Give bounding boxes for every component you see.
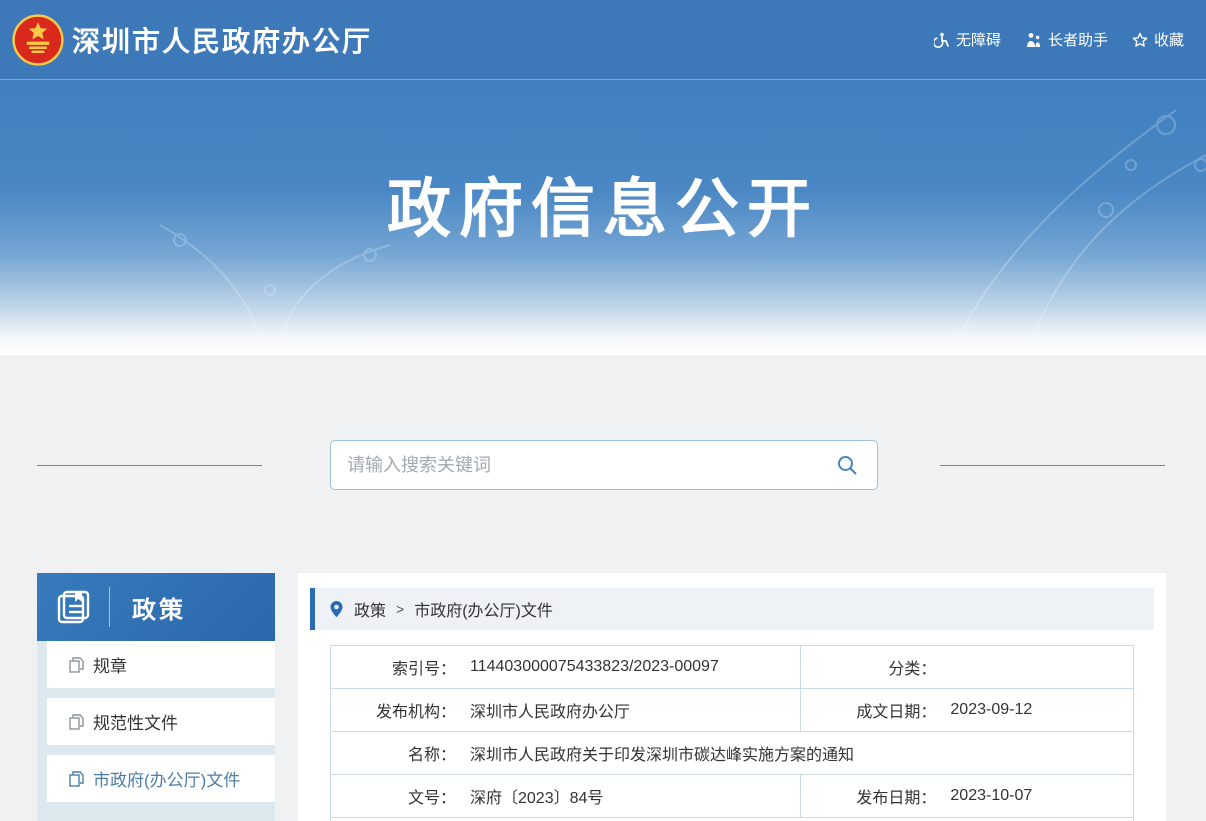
date-written-value: 2023-09-12 [950, 701, 1032, 719]
category-cell: 分类： [800, 646, 1133, 688]
category-label: 分类： [801, 655, 936, 679]
search-icon [836, 454, 858, 476]
document-name-cell: 名称： 深圳市人民政府关于印发深圳市碳达峰实施方案的通知 [331, 732, 1133, 774]
index-number-cell: 索引号： 114403000075433823/2023-00097 [331, 646, 800, 688]
date-published-label: 发布日期： [801, 784, 936, 808]
page-banner: 政府信息公开 [0, 80, 1206, 355]
doc-number-value: 深府〔2023〕84号 [470, 784, 603, 808]
date-published-cell: 发布日期： 2023-10-07 [800, 775, 1133, 817]
accessibility-label: 无障碍 [956, 29, 1001, 50]
publisher-cell: 发布机构： 深圳市人民政府办公厅 [331, 689, 800, 731]
site-title: 深圳市人民政府办公厅 [72, 20, 372, 60]
sidebar-header-divider [109, 587, 110, 627]
book-icon [55, 588, 93, 626]
document-name-label: 名称： [331, 741, 456, 765]
sidebar-item-municipal-documents[interactable]: 市政府(办公厅)文件 [47, 755, 275, 802]
search-button[interactable] [833, 451, 861, 479]
accessibility-link[interactable]: 无障碍 [934, 29, 1001, 50]
elder-assist-link[interactable]: 长者助手 [1025, 29, 1108, 50]
index-number-value: 114403000075433823/2023-00097 [470, 658, 719, 676]
search-input[interactable] [347, 455, 833, 476]
breadcrumb-current[interactable]: 市政府(办公厅)文件 [414, 597, 553, 621]
favorite-label: 收藏 [1154, 29, 1184, 50]
table-row: 文号： 深府〔2023〕84号 发布日期： 2023-10-07 [331, 774, 1133, 817]
table-row-partial [331, 817, 1133, 821]
sidebar-item-regulations[interactable]: 规章 [47, 641, 275, 688]
accessibility-icon [934, 32, 950, 48]
publisher-value: 深圳市人民政府办公厅 [470, 698, 630, 722]
left-divider-line [37, 465, 262, 466]
document-icon [69, 771, 84, 787]
sidebar-item-label: 规章 [93, 652, 127, 677]
location-pin-icon [329, 600, 344, 618]
date-written-label: 成文日期： [801, 698, 936, 722]
doc-number-label: 文号： [331, 784, 456, 808]
sidebar-header: 政策 [37, 573, 275, 641]
elder-assist-label: 长者助手 [1048, 29, 1108, 50]
main-panel: 政策 > 市政府(办公厅)文件 索引号： 114403000075433823/… [298, 573, 1166, 821]
breadcrumb: 政策 > 市政府(办公厅)文件 [310, 588, 1154, 630]
content-area: 政策 规章 规范性文件 市政府(办公厅)文件 [0, 355, 1206, 821]
document-name-value: 深圳市人民政府关于印发深圳市碳达峰实施方案的通知 [470, 741, 854, 765]
search-box [330, 440, 878, 490]
doc-number-cell: 文号： 深府〔2023〕84号 [331, 775, 800, 817]
document-icon [69, 657, 84, 673]
right-divider-line [940, 465, 1165, 466]
star-icon [1132, 32, 1148, 48]
topbar-links: 无障碍 长者助手 收藏 [934, 29, 1184, 50]
breadcrumb-separator: > [396, 601, 404, 617]
breadcrumb-root[interactable]: 政策 [354, 597, 386, 621]
sidebar-item-normative-documents[interactable]: 规范性文件 [47, 698, 275, 745]
date-written-cell: 成文日期： 2023-09-12 [800, 689, 1133, 731]
sidebar-header-title: 政策 [132, 590, 186, 625]
sidebar-item-label: 规范性文件 [93, 709, 178, 734]
elder-assist-icon [1025, 32, 1042, 48]
favorite-link[interactable]: 收藏 [1132, 29, 1184, 50]
table-row: 发布机构： 深圳市人民政府办公厅 成文日期： 2023-09-12 [331, 688, 1133, 731]
index-number-label: 索引号： [331, 655, 456, 679]
policy-sidebar: 政策 规章 规范性文件 市政府(办公厅)文件 [37, 573, 275, 821]
top-header-bar: 深圳市人民政府办公厅 无障碍 长者助手 收藏 [0, 0, 1206, 80]
banner-title: 政府信息公开 [0, 158, 1206, 250]
table-row: 索引号： 114403000075433823/2023-00097 分类： [331, 646, 1133, 688]
document-meta-table: 索引号： 114403000075433823/2023-00097 分类： 发… [330, 645, 1134, 821]
date-published-value: 2023-10-07 [950, 787, 1032, 805]
table-row: 名称： 深圳市人民政府关于印发深圳市碳达峰实施方案的通知 [331, 731, 1133, 774]
national-emblem-logo [12, 14, 64, 66]
document-icon [69, 714, 84, 730]
sidebar-item-label: 市政府(办公厅)文件 [93, 766, 240, 791]
publisher-label: 发布机构： [331, 698, 456, 722]
